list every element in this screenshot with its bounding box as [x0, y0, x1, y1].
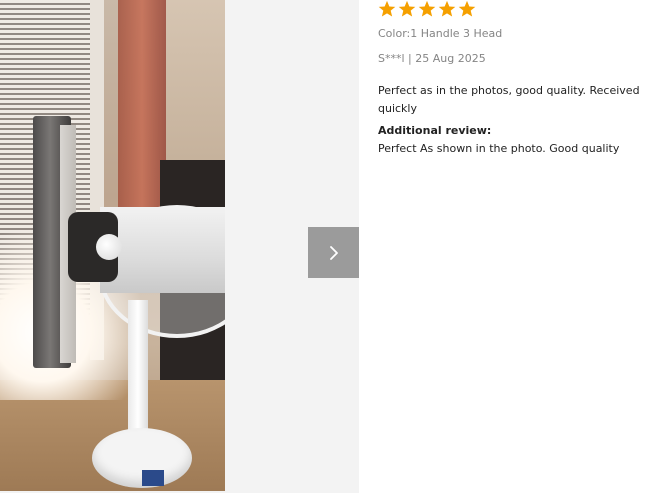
star-icon — [398, 0, 416, 17]
star-icon — [418, 0, 436, 17]
review-text: Perfect as in the photos, good quality. … — [378, 84, 640, 115]
star-icon — [378, 0, 396, 17]
review-details: Color:1 Handle 3 Head S***l | 25 Aug 202… — [359, 0, 670, 493]
media-pane — [0, 0, 359, 493]
photo-wall — [160, 0, 225, 160]
review-media-viewer: Color:1 Handle 3 Head S***l | 25 Aug 202… — [0, 0, 670, 493]
review-photo[interactable] — [0, 0, 225, 491]
star-rating — [378, 0, 476, 18]
star-icon — [458, 0, 476, 17]
photo-fan-label — [142, 470, 164, 486]
star-icon — [438, 0, 456, 17]
product-variant: Color:1 Handle 3 Head — [378, 27, 503, 40]
reviewer-and-date: S***l | 25 Aug 2025 — [378, 52, 486, 65]
photo-curtain — [118, 0, 166, 220]
next-image-button[interactable] — [308, 227, 359, 278]
chevron-right-icon — [329, 245, 338, 260]
photo-lamp-knob — [96, 234, 122, 260]
additional-review-text: Perfect As shown in the photo. Good qual… — [378, 142, 620, 155]
additional-review-title: Additional review: — [378, 124, 492, 137]
